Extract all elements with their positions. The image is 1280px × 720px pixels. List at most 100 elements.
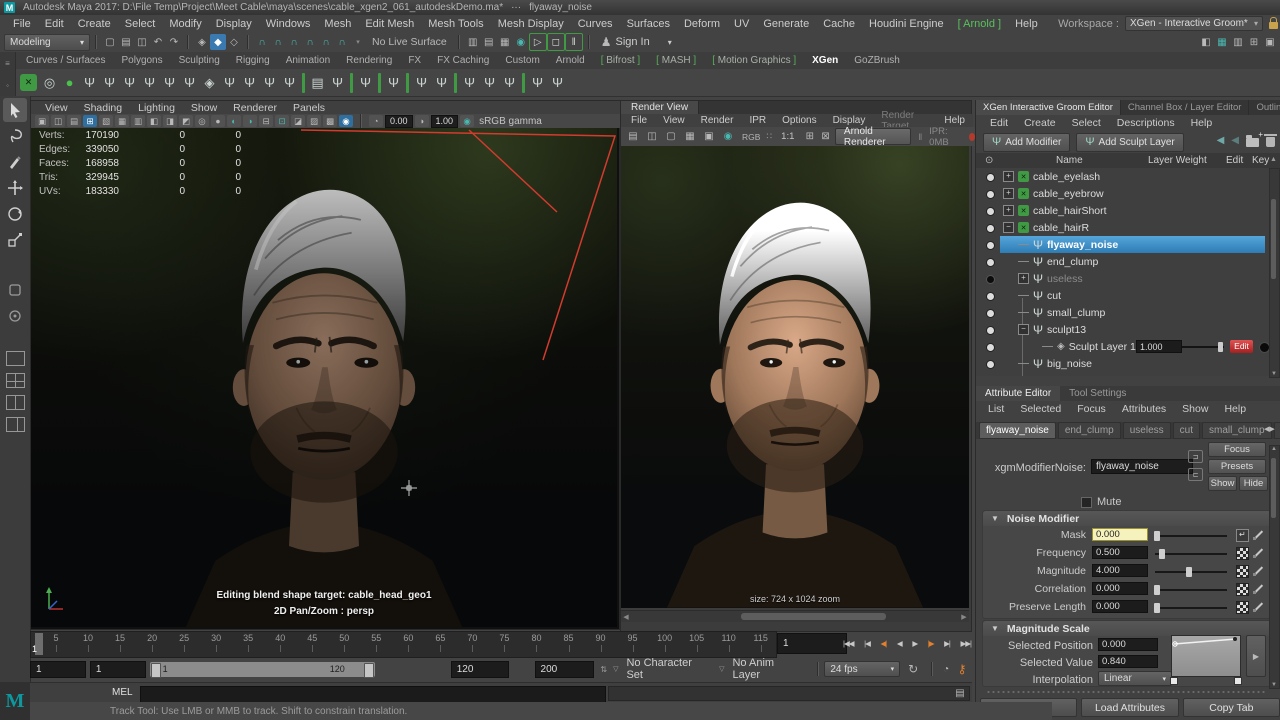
isolate-select-icon[interactable]: ◉ <box>339 115 353 127</box>
menu-item[interactable]: Mesh Tools <box>421 18 490 30</box>
render-view-menu-item[interactable]: Render <box>693 115 742 126</box>
playback-start-field[interactable]: 1 <box>90 661 146 678</box>
layout-single-pane-button[interactable] <box>6 351 25 366</box>
ipr-pause-icon[interactable]: ‖ <box>565 33 583 51</box>
command-line-mode-label[interactable]: MEL <box>112 687 133 698</box>
xgen-shelf-icon[interactable]: Ψ <box>180 72 199 94</box>
visibility-toggle[interactable] <box>986 309 995 318</box>
expand-toggle[interactable]: + <box>1003 188 1014 199</box>
grid-icon[interactable]: ▦ <box>115 115 129 127</box>
xgen-shelf-icon[interactable]: Ψ <box>220 72 239 94</box>
layer-weight-input[interactable] <box>1136 340 1182 353</box>
collapse-all-icon[interactable]: ◀ <box>1217 135 1225 146</box>
visibility-toggle[interactable] <box>986 190 995 199</box>
outliner-toggle-icon[interactable]: ▣ <box>1262 34 1278 50</box>
layout-two-pane-button[interactable] <box>6 395 25 410</box>
keep-image-icon[interactable]: ⊞ <box>803 129 816 145</box>
ipr-play-icon[interactable]: ▷ <box>529 33 547 51</box>
menu-item[interactable]: Create <box>71 18 118 30</box>
renderer-select-button[interactable]: Arnold Renderer <box>835 128 912 145</box>
xgen-shelf-icon[interactable]: ◈ <box>200 72 219 94</box>
render-view-menu-item[interactable]: Help <box>936 115 973 126</box>
render-view-menu-item[interactable]: File <box>623 115 655 126</box>
snap-curve-icon[interactable]: ∩ <box>270 34 286 50</box>
shelf-tab-xgen[interactable]: XGen <box>804 53 846 68</box>
auto-keyframe-icon[interactable]: ⚷ <box>954 661 970 677</box>
menu-item[interactable]: Deform <box>677 18 727 30</box>
go-to-start-button[interactable]: |◀◀ <box>842 637 854 650</box>
node-tab[interactable]: end_clump <box>1058 422 1121 439</box>
tree-row[interactable]: −Ψsculpt13 <box>976 321 1280 338</box>
node-tab[interactable]: cut <box>1173 422 1200 439</box>
menu-item[interactable]: Mesh Display <box>491 18 571 30</box>
panel-menu-item[interactable]: Shading <box>76 102 131 114</box>
scroll-down-icon[interactable]: ▼ <box>1271 682 1277 688</box>
attribute-slider[interactable] <box>1155 535 1227 537</box>
scale-tool-icon[interactable] <box>3 228 27 252</box>
animation-prefs-icon[interactable]: ◔ <box>938 661 954 677</box>
script-editor-icon[interactable]: ▤ <box>952 685 968 701</box>
select-tool-icon[interactable] <box>3 98 27 122</box>
visibility-toggle[interactable] <box>986 224 995 233</box>
display-render-view-icon[interactable]: ◉ <box>513 34 529 50</box>
snap-surface-icon[interactable]: ∩ <box>334 34 350 50</box>
gate-mask-icon[interactable]: ◨ <box>163 115 177 127</box>
snapshot-icon[interactable]: ▣ <box>701 129 717 145</box>
groom-menu-item[interactable]: Select <box>1064 117 1109 129</box>
shelf-tab[interactable]: Bifrost <box>593 53 648 68</box>
xgen-shelf-icon[interactable]: Ψ <box>432 72 451 94</box>
shelf-tab[interactable]: Motion Graphics <box>704 53 804 68</box>
snap-projected-center-icon[interactable]: ∩ <box>302 34 318 50</box>
range-end-handle[interactable] <box>364 663 374 678</box>
create-folder-icon[interactable] <box>1246 138 1259 147</box>
xgen-shelf-icon[interactable]: Ψ <box>500 72 519 94</box>
footer-button[interactable]: Copy Tab <box>1183 698 1280 717</box>
anim-layer-dropdown[interactable]: No Anim Layer <box>724 657 812 681</box>
visibility-toggle[interactable] <box>986 275 995 284</box>
groom-menu-item[interactable]: Help <box>1183 117 1221 129</box>
ramp-key-handle[interactable] <box>1234 677 1242 685</box>
image-plane-icon[interactable]: ▤ <box>67 115 81 127</box>
shelf-group-bracket[interactable] <box>378 73 381 93</box>
column-key[interactable]: Key <box>1252 155 1269 166</box>
display-channel-icon[interactable]: ∷ <box>766 131 772 142</box>
groom-menu-item[interactable]: Create <box>1016 117 1064 129</box>
panel-resize-grip[interactable] <box>986 690 1266 695</box>
ipr-pause-icon[interactable]: ‖ <box>914 132 926 142</box>
expression-pen-icon[interactable] <box>1253 583 1265 595</box>
step-back-key-button[interactable]: ◀| <box>880 637 888 650</box>
film-gate-icon[interactable]: ▥ <box>131 115 145 127</box>
groom-menu-item[interactable]: Descriptions <box>1109 117 1183 129</box>
safe-action-icon[interactable]: ◩ <box>179 115 193 127</box>
tree-row[interactable]: Ψflyaway_noise <box>976 236 1280 253</box>
ae-menu-item[interactable]: Attributes <box>1114 403 1174 415</box>
ao-icon[interactable]: ⊡ <box>275 115 289 127</box>
visibility-toggle[interactable] <box>986 292 995 301</box>
visibility-toggle[interactable] <box>986 258 995 267</box>
shelf-tab[interactable]: FX Caching <box>429 53 497 68</box>
selected-value-field[interactable] <box>1098 655 1158 668</box>
tree-row[interactable]: +✕cable_eyelash <box>976 168 1280 185</box>
xgen-shelf-icon[interactable]: Ψ <box>384 72 403 94</box>
xgen-create-description-icon[interactable]: ✕ <box>20 74 37 91</box>
node-tab[interactable]: small_clump <box>1202 422 1272 439</box>
attribute-slider[interactable] <box>1155 553 1227 555</box>
shelf-tab[interactable]: Custom <box>497 53 547 68</box>
shelf-group-bracket[interactable] <box>522 73 525 93</box>
layer-weight-slider[interactable] <box>1182 346 1224 348</box>
lasso-tool-icon[interactable] <box>3 124 27 148</box>
play-backwards-button[interactable]: ◀ <box>896 637 903 650</box>
shelf-group-bracket[interactable] <box>350 73 353 93</box>
menu-item[interactable]: Edit Mesh <box>358 18 421 30</box>
exposure-icon[interactable]: ◔ <box>369 115 383 127</box>
xgen-shelf-icon[interactable]: Ψ <box>80 72 99 94</box>
expand-all-icon[interactable]: ◀ <box>1231 135 1239 146</box>
ramp-widget[interactable] <box>1171 635 1241 677</box>
ae-menu-item[interactable]: Help <box>1216 403 1254 415</box>
scroll-up-icon[interactable]: ▲ <box>1271 446 1277 452</box>
xgen-shelf-icon[interactable]: Ψ <box>412 72 431 94</box>
panel-menu-item[interactable]: View <box>37 102 76 114</box>
menu-item[interactable]: UV <box>727 18 756 30</box>
go-to-end-button[interactable]: ▶▶| <box>960 637 972 650</box>
visibility-toggle[interactable] <box>986 360 995 369</box>
